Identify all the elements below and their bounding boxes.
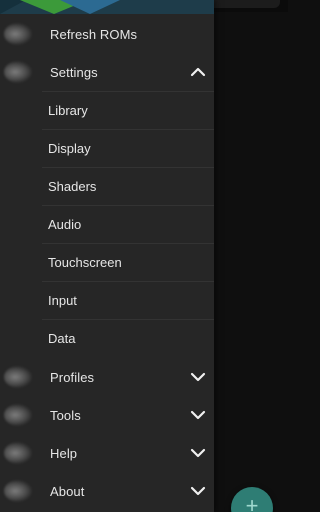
- drawer-item-profiles[interactable]: Profiles: [0, 358, 214, 396]
- sub-item-label: Audio: [48, 217, 82, 232]
- chevron-up-icon[interactable]: [189, 64, 207, 80]
- settings-sub-item-display[interactable]: Display: [42, 129, 214, 167]
- settings-icon: [4, 61, 32, 83]
- settings-sub-item-audio[interactable]: Audio: [42, 205, 214, 243]
- drawer-item-about[interactable]: About: [0, 472, 214, 510]
- sub-item-label: Library: [48, 103, 88, 118]
- drawer-item-refresh-roms[interactable]: Refresh ROMs: [0, 15, 214, 53]
- drawer-item-help[interactable]: Help: [0, 434, 214, 472]
- drawer-item-label: Tools: [50, 407, 81, 423]
- help-icon: [4, 442, 32, 464]
- chevron-down-icon[interactable]: [189, 369, 207, 385]
- drawer-header-banner: [0, 0, 214, 14]
- add-button[interactable]: +: [231, 487, 273, 512]
- drawer-item-tools[interactable]: Tools: [0, 396, 214, 434]
- settings-sub-item-touchscreen[interactable]: Touchscreen: [42, 243, 214, 281]
- drawer-item-label: Help: [50, 445, 78, 461]
- chevron-down-icon[interactable]: [189, 483, 207, 499]
- refresh-icon: [4, 23, 32, 45]
- app-screen: + Refresh ROMs Settings Library Display: [0, 0, 288, 512]
- add-icon: +: [245, 493, 259, 512]
- drawer-item-label: Refresh ROMs: [50, 26, 138, 42]
- profiles-icon: [4, 366, 32, 388]
- drawer-item-label: About: [50, 483, 85, 499]
- chevron-down-icon[interactable]: [189, 445, 207, 461]
- sub-item-label: Data: [48, 331, 76, 346]
- drawer-item-label: Settings: [50, 64, 98, 80]
- sub-item-label: Input: [48, 293, 77, 308]
- drawer-item-settings[interactable]: Settings: [0, 53, 214, 91]
- drawer-item-label: Profiles: [50, 369, 95, 385]
- settings-sub-item-shaders[interactable]: Shaders: [42, 167, 214, 205]
- settings-sub-item-library[interactable]: Library: [42, 91, 214, 129]
- settings-sub-item-data[interactable]: Data: [42, 319, 214, 357]
- chevron-down-icon[interactable]: [189, 407, 207, 423]
- navigation-drawer: Refresh ROMs Settings Library Display Sh…: [0, 0, 214, 512]
- background-toolbar-edge: [214, 0, 280, 8]
- about-icon: [4, 480, 32, 502]
- sub-item-label: Display: [48, 141, 91, 156]
- settings-sub-item-input[interactable]: Input: [42, 281, 214, 319]
- sub-item-label: Shaders: [48, 179, 97, 194]
- tools-icon: [4, 404, 32, 426]
- sub-item-label: Touchscreen: [48, 255, 122, 270]
